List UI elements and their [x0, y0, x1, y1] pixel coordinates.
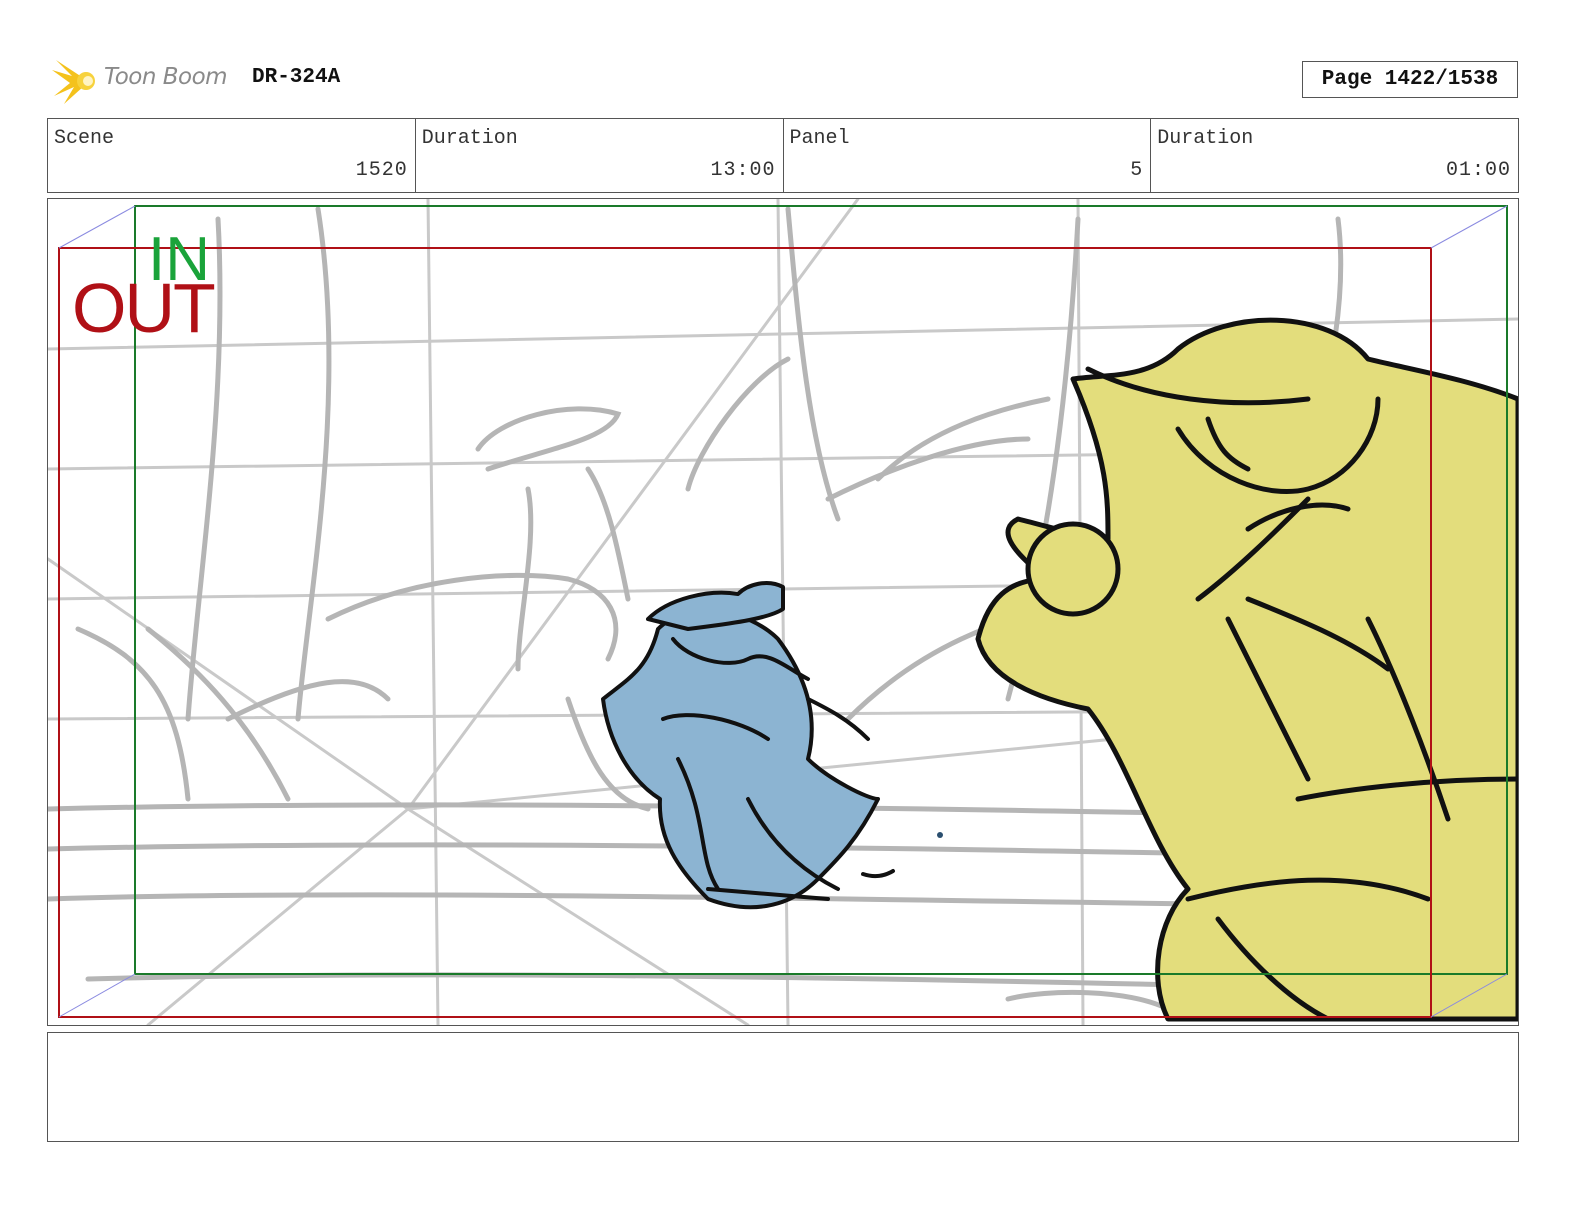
scene-value: 1520: [355, 159, 408, 182]
storyboard-panel: IN OUT: [47, 198, 1519, 1026]
scene-duration-label: Duration: [421, 127, 518, 150]
panel-value: 5: [1130, 159, 1144, 182]
scene-duration-value: 13:00: [710, 159, 776, 182]
toon-boom-logo: Toon Boom: [50, 56, 240, 106]
scene-label: Scene: [54, 127, 115, 150]
scene-duration-cell: Duration 13:00: [416, 119, 784, 192]
panel-label: Panel: [789, 127, 850, 150]
panel-duration-cell: Duration 01:00: [1151, 119, 1518, 192]
panel-cell: Panel 5: [784, 119, 1152, 192]
page-number: Page 1422/1538: [1302, 61, 1518, 98]
notes-box: [47, 1032, 1519, 1142]
info-row: Scene 1520 Duration 13:00 Panel 5 Durati…: [47, 118, 1519, 193]
out-marker: OUT: [72, 269, 216, 347]
blue-character: [601, 581, 943, 910]
logo-star-icon: [52, 60, 95, 104]
panel-duration-value: 01:00: [1445, 159, 1511, 182]
scene-cell: Scene 1520: [48, 119, 416, 192]
logo-text: Toon Boom: [104, 64, 228, 90]
panel-duration-label: Duration: [1157, 127, 1254, 150]
panel-sketch: [48, 199, 1518, 1025]
production-code: DR-324A: [252, 66, 341, 89]
